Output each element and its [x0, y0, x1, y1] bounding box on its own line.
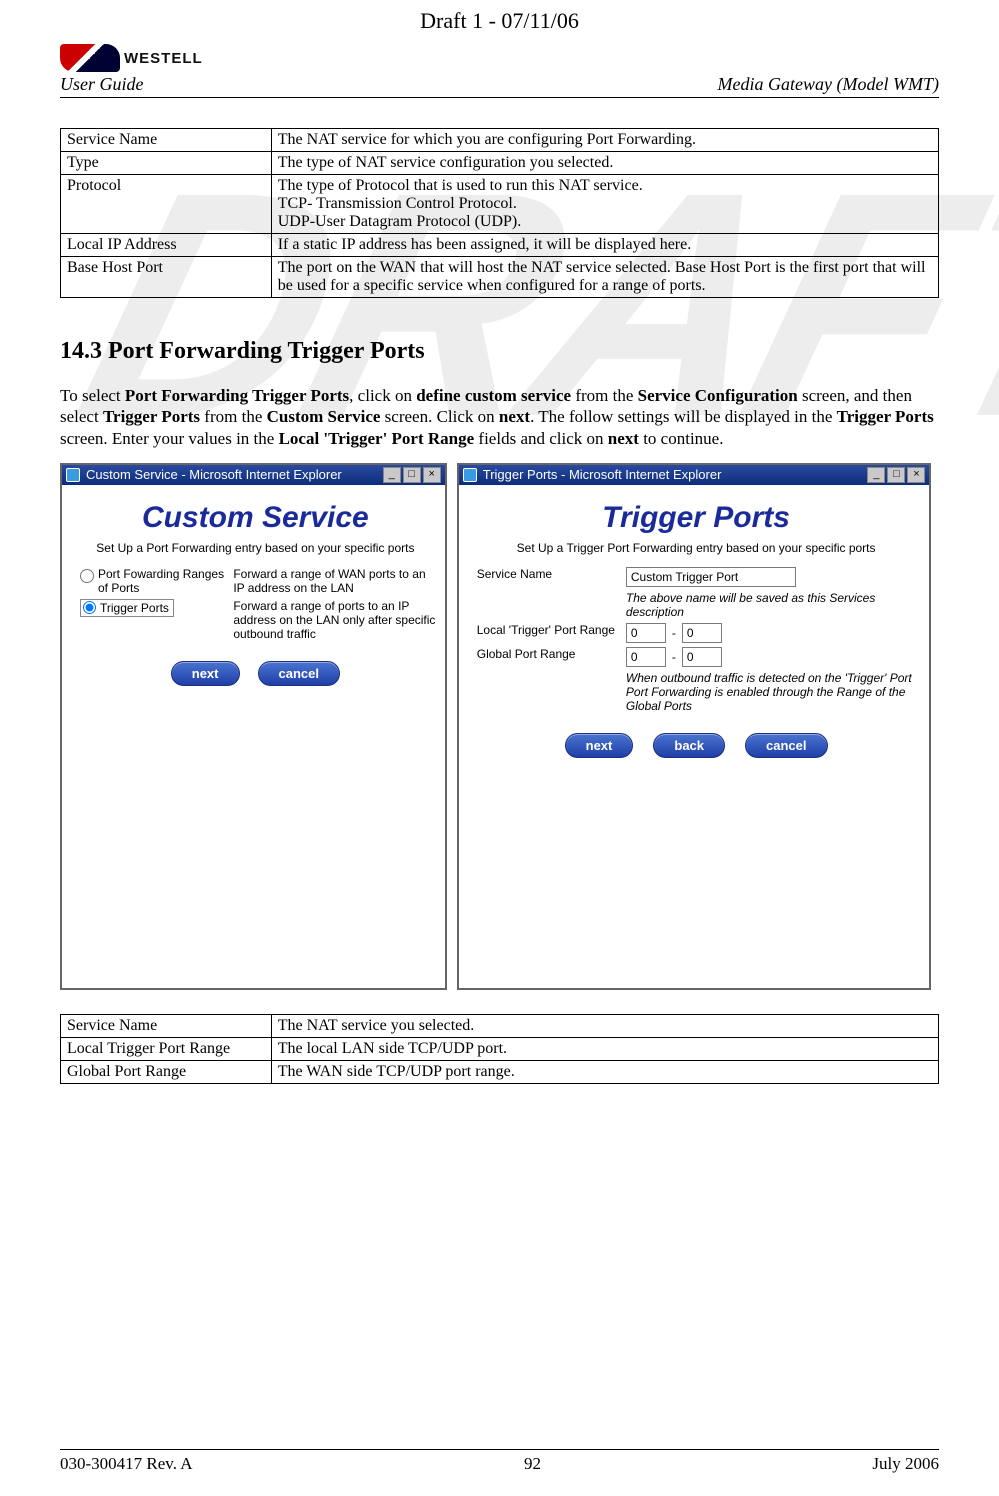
- body-bold: Custom Service: [267, 407, 381, 426]
- body-bold: define custom service: [416, 386, 571, 405]
- table-row: ProtocolThe type of Protocol that is use…: [61, 175, 939, 234]
- body-bold: Local 'Trigger' Port Range: [279, 429, 475, 448]
- titlebar: Custom Service - Microsoft Internet Expl…: [62, 465, 445, 485]
- service-name-input[interactable]: [626, 567, 796, 587]
- westell-logo-text: WESTELL: [124, 50, 203, 67]
- cell-value: If a static IP address has been assigned…: [271, 234, 938, 257]
- cell-key: Base Host Port: [61, 257, 272, 298]
- option-description: Forward a range of ports to an IP addres…: [233, 599, 436, 641]
- window-title: Trigger Ports - Microsoft Internet Explo…: [483, 467, 862, 482]
- table-row: Service NameThe NAT service for which yo…: [61, 129, 939, 152]
- radio-port-forwarding-ranges[interactable]: [80, 569, 94, 583]
- table-row: Local Trigger Port RangeThe local LAN si…: [61, 1037, 939, 1060]
- custom-service-heading: Custom Service: [80, 501, 431, 535]
- global-range-from-input[interactable]: [626, 647, 666, 667]
- maximize-button[interactable]: □: [887, 467, 905, 483]
- cancel-button[interactable]: cancel: [745, 733, 827, 758]
- header-left: User Guide: [60, 74, 144, 95]
- header-right: Media Gateway (Model WMT): [718, 74, 939, 95]
- maximize-button[interactable]: □: [403, 467, 421, 483]
- next-button[interactable]: next: [171, 661, 240, 686]
- ie-icon: [66, 468, 80, 482]
- window-title: Custom Service - Microsoft Internet Expl…: [86, 467, 377, 482]
- body-bold: Service Configuration: [638, 386, 798, 405]
- cell-key: Local IP Address: [61, 234, 272, 257]
- next-button[interactable]: next: [565, 733, 634, 758]
- cell-key: Global Port Range: [61, 1060, 272, 1083]
- custom-service-dialog: Custom Service - Microsoft Internet Expl…: [60, 463, 447, 990]
- cancel-button[interactable]: cancel: [258, 661, 340, 686]
- cell-value: The type of Protocol that is used to run…: [271, 175, 938, 234]
- minimize-button[interactable]: _: [867, 467, 885, 483]
- radio-trigger-ports[interactable]: [83, 601, 96, 614]
- back-button[interactable]: back: [653, 733, 725, 758]
- cell-value: The WAN side TCP/UDP port range.: [271, 1060, 938, 1083]
- definitions-table-1: Service NameThe NAT service for which yo…: [60, 128, 939, 298]
- table-row: TypeThe type of NAT service configuratio…: [61, 152, 939, 175]
- body-bold: next: [608, 429, 639, 448]
- draft-header: Draft 1 - 07/11/06: [60, 0, 939, 34]
- footer-divider: [60, 1449, 939, 1450]
- note-service-name: The above name will be saved as this Ser…: [626, 591, 916, 619]
- page-number: 92: [524, 1454, 541, 1474]
- label-global-port-range: Global Port Range: [477, 647, 626, 661]
- note-trigger-behaviour: When outbound traffic is detected on the…: [626, 671, 916, 713]
- trigger-ports-heading: Trigger Ports: [477, 501, 916, 535]
- cell-value: The NAT service you selected.: [271, 1014, 938, 1037]
- body-bold: Trigger Ports: [837, 407, 934, 426]
- definitions-table-2: Service NameThe NAT service you selected…: [60, 1014, 939, 1084]
- option-description: Forward a range of WAN ports to an IP ad…: [233, 567, 436, 595]
- cell-key: Service Name: [61, 1014, 272, 1037]
- body-bold: next: [499, 407, 530, 426]
- trigger-ports-dialog: Trigger Ports - Microsoft Internet Explo…: [457, 463, 932, 990]
- table-row: Global Port RangeThe WAN side TCP/UDP po…: [61, 1060, 939, 1083]
- titlebar: Trigger Ports - Microsoft Internet Explo…: [459, 465, 930, 485]
- cell-key: Type: [61, 152, 272, 175]
- body-paragraph: To select Port Forwarding Trigger Ports,…: [60, 385, 939, 449]
- local-range-from-input[interactable]: [626, 623, 666, 643]
- close-button[interactable]: ×: [907, 467, 925, 483]
- global-range-to-input[interactable]: [682, 647, 722, 667]
- custom-service-subtitle: Set Up a Port Forwarding entry based on …: [80, 541, 431, 555]
- ie-icon: [463, 468, 477, 482]
- westell-logo-icon: [60, 44, 120, 72]
- radio-label: Trigger Ports: [100, 601, 169, 615]
- trigger-ports-subtitle: Set Up a Trigger Port Forwarding entry b…: [477, 541, 916, 555]
- cell-key: Protocol: [61, 175, 272, 234]
- label-service-name: Service Name: [477, 567, 626, 581]
- range-separator: -: [672, 626, 676, 640]
- body-bold: Trigger Ports: [103, 407, 200, 426]
- cell-value: The port on the WAN that will host the N…: [271, 257, 938, 298]
- close-button[interactable]: ×: [423, 467, 441, 483]
- radio-label: Port Fowarding Ranges of Ports: [98, 567, 227, 595]
- body-bold: Port Forwarding Trigger Ports: [125, 386, 349, 405]
- table-row: Service NameThe NAT service you selected…: [61, 1014, 939, 1037]
- table-row: Base Host PortThe port on the WAN that w…: [61, 257, 939, 298]
- section-title: 14.3 Port Forwarding Trigger Ports: [60, 338, 939, 365]
- local-range-to-input[interactable]: [682, 623, 722, 643]
- minimize-button[interactable]: _: [383, 467, 401, 483]
- cell-value: The NAT service for which you are config…: [271, 129, 938, 152]
- cell-value: The type of NAT service configuration yo…: [271, 152, 938, 175]
- cell-key: Service Name: [61, 129, 272, 152]
- footer-right: July 2006: [872, 1454, 939, 1474]
- footer-left: 030-300417 Rev. A: [60, 1454, 193, 1474]
- table-row: Local IP AddressIf a static IP address h…: [61, 234, 939, 257]
- range-separator: -: [672, 650, 676, 664]
- label-local-trigger-range: Local 'Trigger' Port Range: [477, 623, 626, 637]
- cell-key: Local Trigger Port Range: [61, 1037, 272, 1060]
- cell-value: The local LAN side TCP/UDP port.: [271, 1037, 938, 1060]
- header-divider: [60, 97, 939, 98]
